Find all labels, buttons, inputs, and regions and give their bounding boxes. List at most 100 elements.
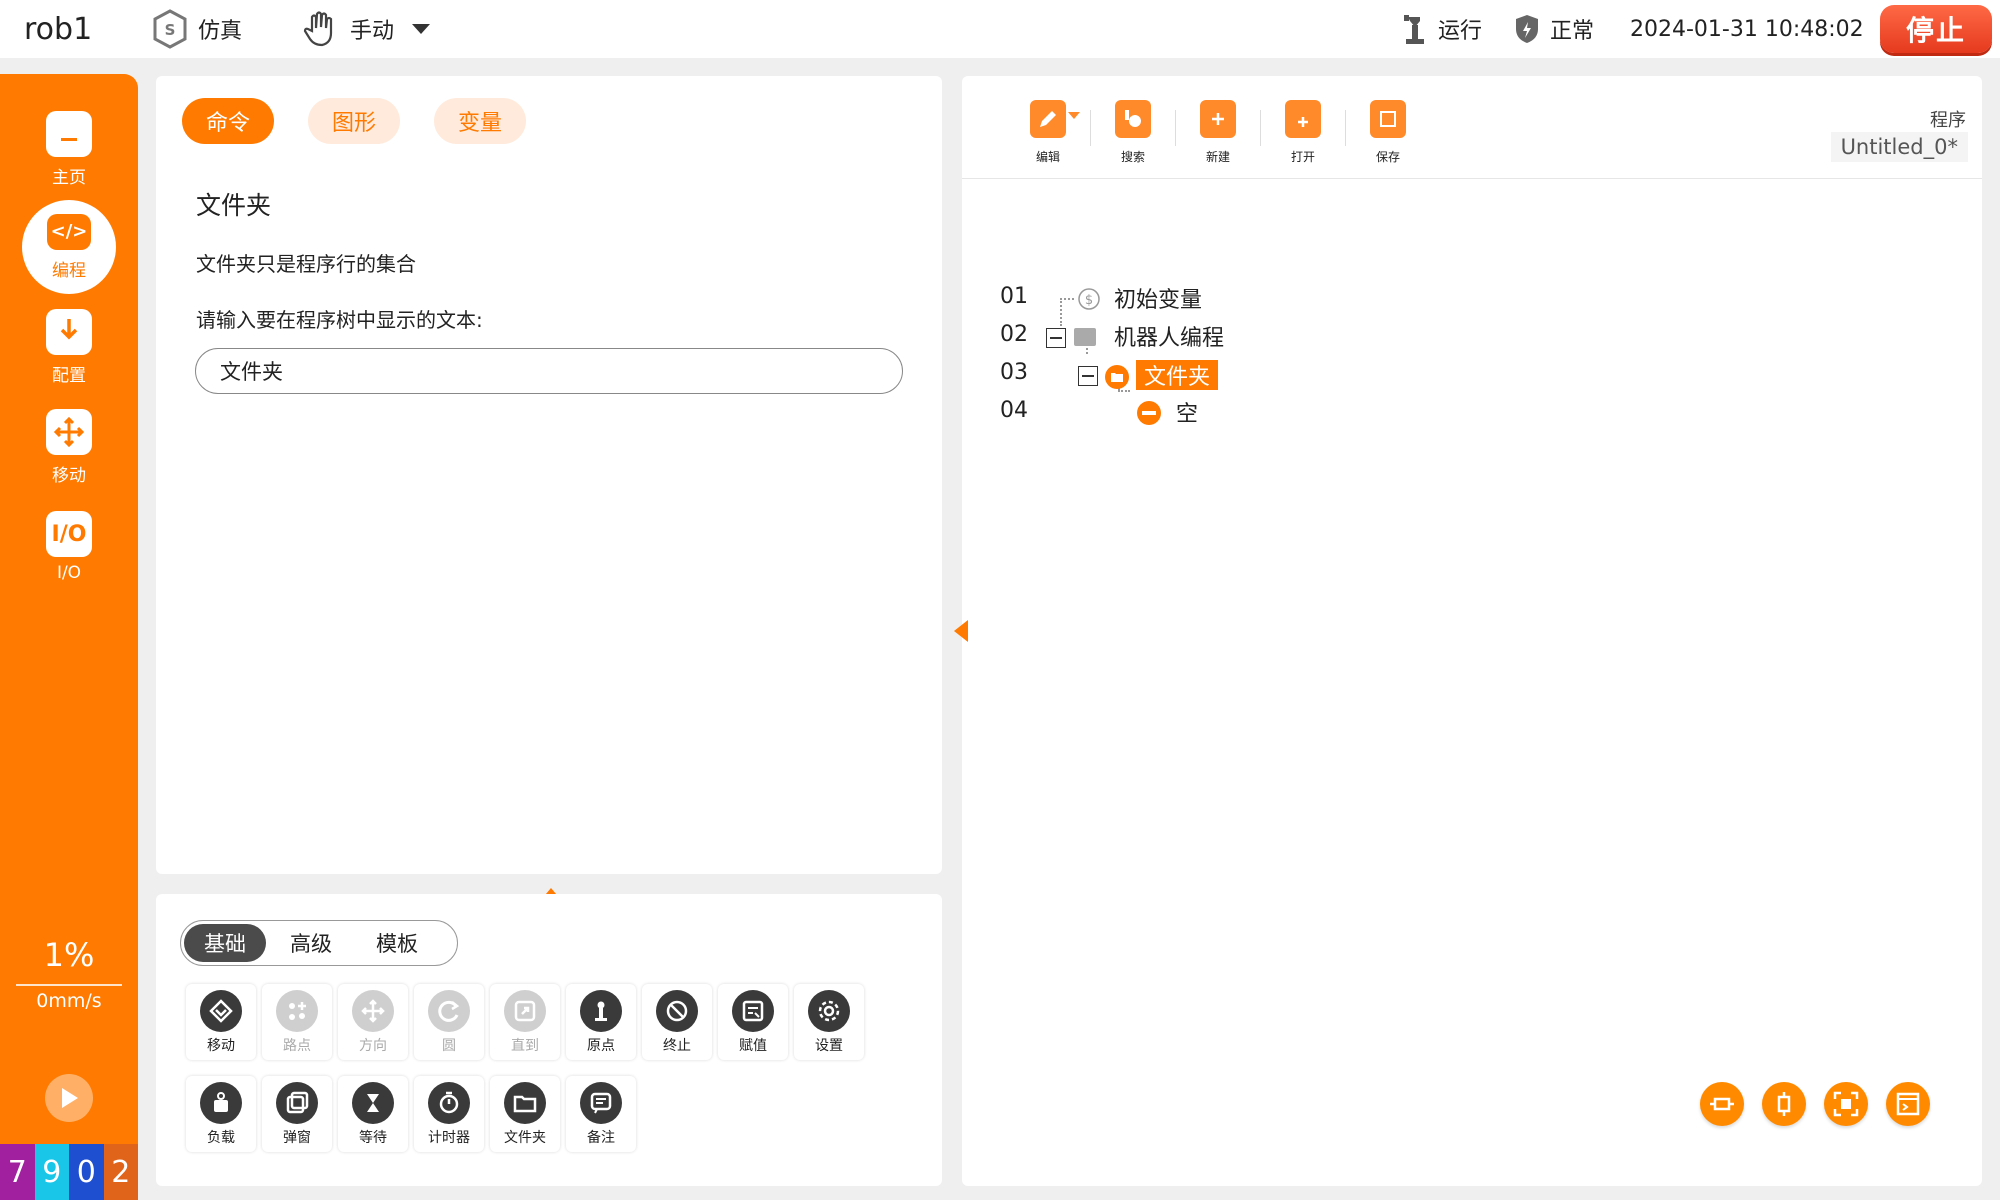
expand-horizontal-icon [1710, 1097, 1734, 1111]
tool-home[interactable]: 原点 [566, 984, 636, 1060]
stop-button[interactable]: 停止 [1880, 5, 1992, 53]
tree-node-empty[interactable]: 空 [1176, 396, 1198, 428]
variables-node-icon: $ [1078, 288, 1100, 310]
download-book-icon [46, 308, 92, 355]
sidebar-item-move[interactable]: 移动 [22, 400, 116, 494]
command-prompt: 请输入要在程序树中显示的文本: [196, 308, 483, 332]
manual-label: 手动 [350, 19, 395, 44]
command-palette: 基础 高级 模板 移动 路点 方向 圆 直到 原点 终止 赋值 设置 负载 弹窗… [156, 894, 942, 1186]
tool-label: 备注 [587, 1130, 615, 1146]
hand-icon [303, 11, 333, 47]
speed-value: 0mm/s [36, 990, 102, 1012]
command-description: 文件夹只是程序行的集合 [196, 252, 416, 276]
assign-icon [732, 990, 774, 1032]
program-panel: 编辑 搜索 新建 打开 保存 程序 Untitled_0* 01 $ 初始变量 … [954, 76, 1982, 1186]
toolbar-divider-line [962, 178, 1982, 179]
save-icon [1370, 100, 1406, 138]
palette-segment-control: 基础 高级 模板 [180, 920, 458, 966]
line-number: 03 [1000, 360, 1028, 385]
robot-home-icon [580, 990, 622, 1032]
tool-payload[interactable]: 负载 [186, 1076, 256, 1152]
tree-node-robot-program[interactable]: 机器人编程 [1114, 320, 1224, 352]
open-button[interactable]: 打开 [1261, 96, 1345, 186]
empty-node-icon [1137, 401, 1161, 425]
expand-vertical-icon [1777, 1092, 1791, 1116]
simulation-mode[interactable]: S 仿真 [152, 8, 242, 50]
script-icon [1896, 1092, 1920, 1116]
edit-icon [1030, 100, 1080, 138]
shield-icon [1516, 15, 1538, 43]
halt-icon [656, 990, 698, 1032]
tab-command[interactable]: 命令 [182, 98, 275, 144]
new-file-icon [1200, 100, 1236, 138]
open-folder-icon [1285, 100, 1321, 138]
expand-vertical-button[interactable] [1762, 1082, 1806, 1126]
simulation-icon: S [153, 9, 187, 49]
collapse-toggle[interactable] [1046, 328, 1066, 348]
toolbar-label: 新建 [1205, 150, 1230, 164]
tool-move[interactable]: 移动 [186, 984, 256, 1060]
segment-basic[interactable]: 基础 [184, 924, 266, 962]
folder-name-input[interactable] [195, 348, 903, 394]
line-number: 04 [1000, 398, 1028, 423]
segment-template[interactable]: 模板 [356, 924, 438, 962]
chevron-down-icon [412, 24, 431, 34]
edit-button[interactable]: 编辑 [1006, 96, 1090, 186]
new-button[interactable]: 新建 [1176, 96, 1260, 186]
manual-mode-dropdown[interactable]: 手动 [300, 8, 432, 50]
program-toolbar: 编辑 搜索 新建 打开 保存 [1006, 96, 1430, 186]
tool-halt[interactable]: 终止 [642, 984, 712, 1060]
search-icon [1115, 100, 1151, 138]
tool-label: 负载 [207, 1130, 235, 1146]
payload-icon [200, 1082, 242, 1124]
collapse-left-arrow[interactable] [954, 620, 968, 642]
tree-node-folder[interactable]: 文件夹 [1136, 360, 1219, 390]
view-controls [1700, 1082, 1930, 1126]
save-button[interactable]: 保存 [1346, 96, 1430, 186]
tool-popup[interactable]: 弹窗 [262, 1076, 332, 1152]
expand-horizontal-button[interactable] [1700, 1082, 1744, 1126]
robot-program-node-icon [1074, 328, 1096, 346]
tree-connector [1118, 390, 1130, 392]
robot-name: rob1 [24, 12, 93, 47]
tree-node-init-variables[interactable]: 初始变量 [1114, 282, 1202, 314]
sidebar-item-config[interactable]: 配置 [22, 300, 116, 394]
search-button[interactable]: 搜索 [1091, 96, 1175, 186]
tool-timer[interactable]: 计时器 [414, 1076, 484, 1152]
panel-tabs: 命令 图形 变量 [182, 98, 527, 144]
tool-circle[interactable]: 圆 [414, 984, 484, 1060]
tool-assign[interactable]: 赋值 [718, 984, 788, 1060]
tool-direction[interactable]: 方向 [338, 984, 408, 1060]
script-view-button[interactable] [1886, 1082, 1930, 1126]
tool-label: 直到 [511, 1038, 539, 1054]
tool-label: 弹窗 [283, 1130, 311, 1146]
tool-wait[interactable]: 等待 [338, 1076, 408, 1152]
tool-label: 移动 [207, 1038, 235, 1054]
play-button[interactable] [45, 1074, 93, 1122]
program-name[interactable]: Untitled_0* [1830, 132, 1968, 162]
fit-view-button[interactable] [1824, 1082, 1868, 1126]
tab-variables[interactable]: 变量 [434, 98, 527, 144]
tree-connector [1060, 298, 1074, 300]
digit: 9 [34, 1144, 69, 1200]
segment-advanced[interactable]: 高级 [270, 924, 352, 962]
stopwatch-icon [428, 1082, 470, 1124]
tool-waypoint[interactable]: 路点 [262, 984, 332, 1060]
toolbar-label: 打开 [1290, 150, 1315, 164]
toolbar-label: 搜索 [1120, 150, 1145, 164]
collapse-toggle[interactable] [1078, 366, 1098, 386]
tool-folder[interactable]: 文件夹 [490, 1076, 560, 1152]
program-tree: 01 $ 初始变量 02 机器人编程 03 文件夹 04 空 [962, 188, 1562, 427]
tool-label: 终止 [663, 1038, 691, 1054]
sidebar-item-home[interactable]: 主页 [22, 102, 116, 196]
dropdown-caret [1068, 112, 1080, 119]
speed-divider [16, 984, 122, 986]
tab-graphics[interactable]: 图形 [308, 98, 401, 144]
tool-settings[interactable]: 设置 [794, 984, 864, 1060]
tool-until[interactable]: 直到 [490, 984, 560, 1060]
sidebar-item-io[interactable]: I/O I/O [22, 500, 116, 594]
sidebar-item-label: 配置 [52, 365, 86, 386]
tool-comment[interactable]: 备注 [566, 1076, 636, 1152]
sidebar-item-programming[interactable]: </> 编程 [22, 200, 116, 294]
toolbar-label: 编辑 [1035, 150, 1060, 164]
